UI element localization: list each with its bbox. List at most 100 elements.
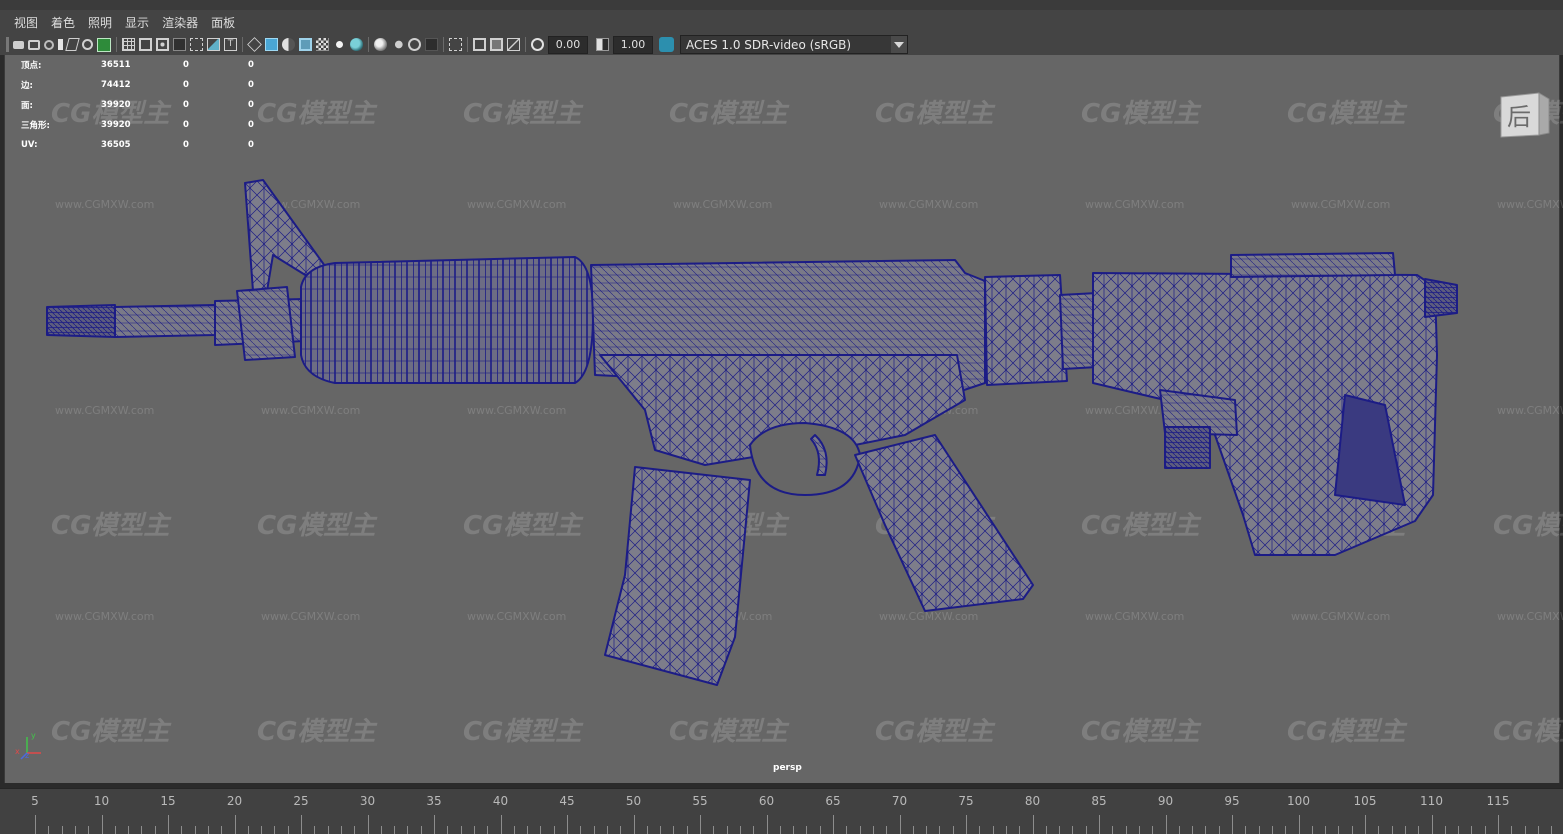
image-plane-icon[interactable]	[65, 38, 80, 51]
color-management-icon[interactable]	[659, 37, 674, 52]
menu-view[interactable]: 视图	[14, 14, 38, 31]
resolution-gate-icon[interactable]	[156, 38, 169, 51]
timeline-tick-label: 50	[625, 794, 642, 808]
wireframe-on-shaded-icon[interactable]	[299, 38, 312, 51]
wireframe-icon[interactable]	[247, 37, 262, 52]
timeline-tick	[527, 826, 529, 834]
front-sight-base	[236, 286, 296, 361]
timeline-tick-label: 25	[293, 794, 309, 808]
trigger-guard	[749, 422, 861, 496]
timeline-tick	[1551, 826, 1553, 834]
timeline-tick	[380, 826, 382, 834]
delta-ring	[984, 274, 1068, 386]
panel-menu-bar: 视图 着色 照明 显示 渲染器 面板	[0, 10, 1563, 34]
menu-renderer[interactable]: 渲染器	[162, 14, 198, 31]
timeline-tick	[540, 826, 542, 834]
safe-action-icon[interactable]	[207, 38, 220, 51]
timeline-tick	[88, 826, 90, 834]
timeline-tick	[739, 826, 741, 834]
camera-attributes-icon[interactable]	[28, 39, 40, 50]
pivot-icon[interactable]	[82, 39, 93, 50]
timeline-tick	[354, 826, 356, 834]
timeline-tick	[101, 815, 103, 834]
timeline-tick	[1165, 815, 1167, 834]
bookmark-icon[interactable]	[58, 39, 63, 50]
menu-lighting[interactable]: 照明	[88, 14, 112, 31]
gamma-field[interactable]: 1.00	[613, 35, 653, 54]
timeline-tick	[434, 815, 435, 834]
timeline-tick	[819, 826, 821, 834]
timeline-tick	[1298, 815, 1300, 834]
axis-triad-icon	[20, 737, 41, 760]
two-sided-lighting-icon[interactable]	[473, 38, 486, 51]
motion-blur-icon[interactable]	[391, 38, 404, 51]
toolbar-grip[interactable]	[6, 37, 9, 52]
pistol-grip	[854, 434, 1034, 612]
timeline-tick	[141, 826, 143, 834]
shadows-icon[interactable]	[350, 38, 363, 51]
smooth-shade-icon[interactable]	[265, 38, 278, 51]
timeline-tick	[1205, 826, 1207, 834]
timeline-tick-label: 60	[758, 794, 775, 808]
timeline-tick	[1138, 826, 1140, 834]
camera-icon[interactable]	[13, 40, 24, 49]
toolbar-separator	[242, 37, 243, 52]
timeline-tick	[261, 826, 263, 834]
depth-of-field-icon[interactable]	[425, 38, 438, 51]
timeline-tick	[779, 826, 781, 834]
timeline-tick	[966, 815, 967, 834]
timeline-tick	[367, 815, 369, 834]
screen-space-ao-icon[interactable]	[374, 38, 387, 51]
timeline-tick	[1232, 815, 1233, 834]
viewcube[interactable]: 后	[1499, 89, 1551, 139]
exposure-icon[interactable]	[531, 38, 544, 51]
default-material-icon[interactable]	[282, 38, 295, 51]
timeline-tick	[74, 826, 76, 834]
menu-panels[interactable]: 面板	[211, 14, 235, 31]
paint-tool-icon[interactable]	[97, 37, 111, 52]
timeline-tick	[700, 815, 701, 834]
xray-icon[interactable]	[316, 38, 329, 51]
axis-label-z: z	[25, 751, 30, 760]
timeline-tick	[1152, 826, 1154, 834]
timeline-tick	[686, 826, 688, 834]
hud-row-edges: 边: 74412 0 0	[21, 80, 254, 91]
backface-culling-icon[interactable]	[490, 38, 503, 51]
timeline-tick	[1005, 826, 1007, 834]
use-lights-icon[interactable]	[333, 38, 346, 51]
gamma-icon[interactable]	[596, 38, 609, 51]
timeline-tick	[606, 826, 608, 834]
anti-aliasing-icon[interactable]	[408, 38, 421, 51]
timeline-tick	[1019, 826, 1021, 834]
grid-icon[interactable]	[122, 38, 135, 51]
timeline-tick	[939, 826, 941, 834]
timeline-tick	[766, 815, 768, 834]
timeline-tick-label: 90	[1157, 794, 1174, 808]
time-slider[interactable]: 5 10 15 20 25 30 35 40 45 50 55 60 65 70 75 80 85 90 95 100…	[0, 788, 1563, 834]
film-gate-icon[interactable]	[139, 38, 152, 51]
timeline-tick	[580, 826, 582, 834]
timeline-tick	[327, 826, 329, 834]
timeline-tick	[567, 815, 568, 834]
timeline-tick	[1484, 826, 1486, 834]
buffer-tube	[1059, 292, 1098, 370]
camera-lock-icon[interactable]	[44, 39, 54, 50]
view-transform-dropdown[interactable]: ACES 1.0 SDR-video (sRGB)	[680, 35, 908, 54]
isolate-select-icon[interactable]	[449, 38, 462, 51]
menu-shading[interactable]: 着色	[51, 14, 75, 31]
field-chart-icon[interactable]	[190, 38, 203, 51]
perspective-viewport[interactable]: CG模型主 CG模型主 CG模型主 www.CGMXW.com www.CGMXW.co…	[4, 55, 1563, 783]
timeline-tick	[447, 826, 449, 834]
texture-resolution-icon[interactable]	[507, 38, 520, 51]
window-top-strip	[0, 0, 1563, 10]
exposure-field[interactable]: 0.00	[548, 35, 588, 54]
safe-title-icon[interactable]: T	[224, 38, 237, 51]
menu-show[interactable]: 显示	[125, 14, 149, 31]
timeline-tick-label: 95	[1224, 794, 1240, 808]
gate-mask-icon[interactable]	[173, 38, 186, 51]
timeline-tick	[207, 826, 209, 834]
panel-toolbar: T 0.00 1.00 ACES 1.0 SDR-video (sRGB)	[0, 34, 1563, 55]
axis-label-y: y	[31, 731, 36, 740]
chevron-down-icon[interactable]	[891, 36, 907, 53]
timeline-tick	[487, 826, 489, 834]
